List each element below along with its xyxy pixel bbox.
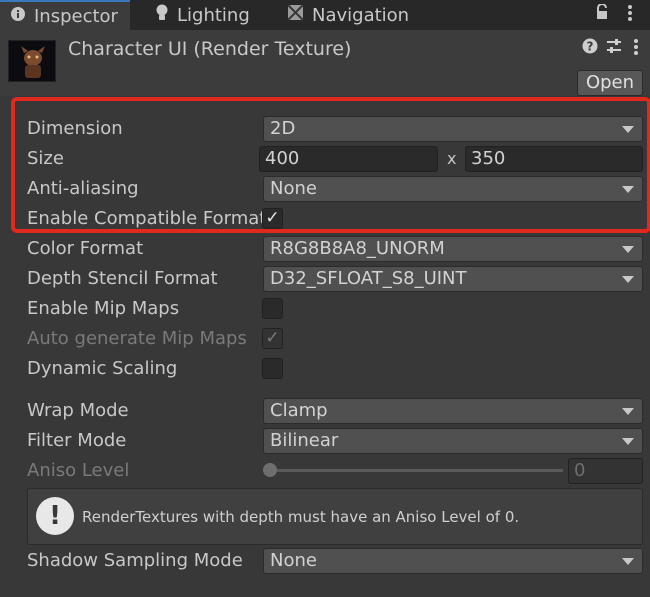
- chevron-down-icon: [622, 558, 634, 565]
- aniso-level-field: 0: [568, 458, 643, 484]
- lightbulb-icon: [155, 4, 169, 27]
- highlight-box: [11, 97, 650, 233]
- shadow-sampling-mode-dropdown[interactable]: None: [263, 548, 643, 574]
- tab-label: Lighting: [177, 4, 250, 26]
- open-button[interactable]: Open: [577, 70, 643, 96]
- help-icon[interactable]: ?: [580, 38, 600, 58]
- aniso-level-slider-track: [270, 469, 563, 472]
- preset-icon[interactable]: [604, 38, 624, 58]
- color-format-dropdown[interactable]: R8G8B8A8_UNORM: [263, 236, 643, 262]
- color-format-value: R8G8B8A8_UNORM: [270, 238, 445, 259]
- wrap-mode-label: Wrap Mode: [27, 400, 129, 421]
- more-options-icon[interactable]: [620, 4, 640, 26]
- render-texture-thumbnail: [8, 40, 56, 82]
- chevron-down-icon: [622, 438, 634, 445]
- enable-mip-maps-checkbox[interactable]: [262, 298, 283, 319]
- tab-bar: Inspector Lighting Navigation: [0, 0, 650, 30]
- dynamic-scaling-label: Dynamic Scaling: [27, 358, 178, 379]
- auto-generate-mip-maps-label: Auto generate Mip Maps: [27, 328, 247, 349]
- auto-generate-mip-maps-checkbox: ✓: [262, 328, 283, 349]
- warning-message: RenderTextures with depth must have an A…: [82, 508, 520, 526]
- depth-stencil-format-label: Depth Stencil Format: [27, 268, 218, 289]
- navigation-icon: [287, 4, 304, 26]
- wrap-mode-dropdown[interactable]: Clamp: [263, 398, 643, 424]
- shadow-sampling-mode-label: Shadow Sampling Mode: [27, 550, 243, 571]
- filter-mode-label: Filter Mode: [27, 430, 127, 451]
- chevron-down-icon: [622, 246, 634, 253]
- svg-text:?: ?: [587, 40, 594, 54]
- depth-stencil-format-value: D32_SFLOAT_S8_UINT: [270, 268, 467, 289]
- lock-icon[interactable]: [592, 3, 612, 26]
- tab-lighting[interactable]: Lighting: [155, 0, 250, 30]
- enable-mip-maps-label: Enable Mip Maps: [27, 298, 180, 319]
- filter-mode-value: Bilinear: [270, 430, 339, 451]
- warning-icon: !: [36, 497, 74, 535]
- tab-navigation[interactable]: Navigation: [287, 0, 409, 30]
- tab-label: Navigation: [312, 4, 410, 26]
- more-options-icon[interactable]: [626, 38, 646, 60]
- tab-label: Inspector: [34, 5, 118, 27]
- tab-inspector[interactable]: Inspector: [0, 0, 130, 30]
- aniso-level-label: Aniso Level: [27, 460, 130, 481]
- object-title: Character UI (Render Texture): [68, 38, 352, 60]
- depth-stencil-format-dropdown[interactable]: D32_SFLOAT_S8_UINT: [263, 266, 643, 292]
- filter-mode-dropdown[interactable]: Bilinear: [263, 428, 643, 454]
- aniso-level-slider-handle: [263, 463, 277, 477]
- wrap-mode-value: Clamp: [270, 400, 328, 421]
- chevron-down-icon: [622, 408, 634, 415]
- shadow-sampling-mode-value: None: [270, 550, 317, 571]
- warning-help-box: ! RenderTextures with depth must have an…: [27, 488, 643, 545]
- info-icon: [10, 6, 26, 27]
- color-format-label: Color Format: [27, 238, 144, 259]
- dynamic-scaling-checkbox[interactable]: [262, 358, 283, 379]
- chevron-down-icon: [622, 276, 634, 283]
